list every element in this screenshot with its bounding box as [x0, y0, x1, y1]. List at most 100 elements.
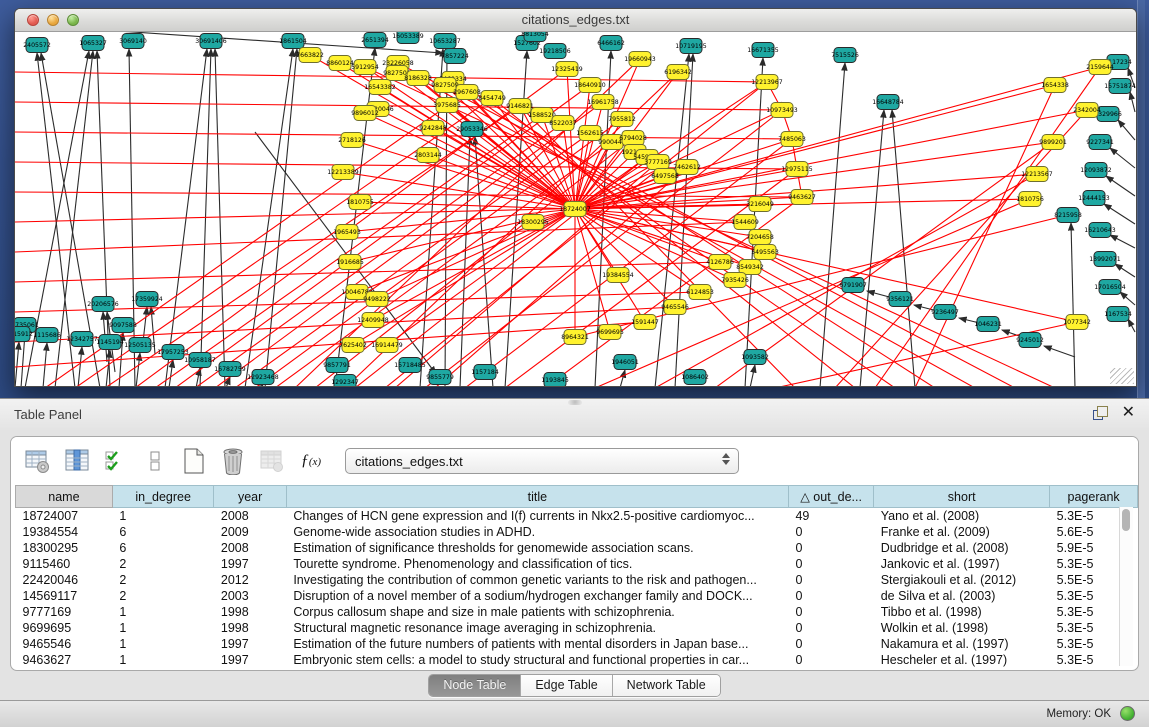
- table-cell[interactable]: Genome-wide association studies in ADHD.: [286, 524, 788, 540]
- table-cell[interactable]: 9777169: [16, 604, 113, 620]
- table-row[interactable]: 969969511998Structural magnetic resonanc…: [16, 620, 1138, 636]
- graph-node[interactable]: 1145194: [96, 335, 124, 350]
- graph-node[interactable]: 7935426: [721, 273, 749, 288]
- graph-node[interactable]: 6791907: [839, 278, 867, 293]
- graph-node[interactable]: 13992071: [1089, 252, 1121, 267]
- graph-node[interactable]: 2405572: [23, 38, 51, 53]
- window-resize-grip[interactable]: [1110, 368, 1134, 384]
- graph-node[interactable]: 18640910: [574, 78, 606, 93]
- table-cell[interactable]: 0: [788, 604, 873, 620]
- graph-node[interactable]: 19384554: [602, 268, 634, 283]
- graph-node[interactable]: 20206576: [87, 297, 119, 312]
- column-header-name[interactable]: name: [16, 486, 113, 508]
- network-window[interactable]: citations_edges.txt 24055721065327306914…: [14, 8, 1137, 387]
- table-cell[interactable]: 2009: [214, 524, 286, 540]
- table-cell[interactable]: Estimation of the future numbers of pati…: [286, 636, 788, 652]
- graph-node[interactable]: 1193845: [541, 373, 569, 387]
- table-cell[interactable]: Dudbridge et al. (2008): [874, 540, 1050, 556]
- graph-node[interactable]: 9236497: [931, 305, 959, 320]
- table-cell[interactable]: 1997: [214, 556, 286, 572]
- table-cell[interactable]: Jankovic et al. (1997): [874, 556, 1050, 572]
- table-cell[interactable]: 1997: [214, 652, 286, 668]
- graph-node[interactable]: 3216049: [746, 197, 774, 212]
- tab-edge-table[interactable]: Edge Table: [521, 675, 612, 696]
- graph-node[interactable]: 16648784: [872, 95, 904, 110]
- graph-node[interactable]: 29053346: [456, 122, 488, 137]
- graph-node[interactable]: 5912954: [351, 60, 379, 75]
- table-cell[interactable]: Estimation of significance thresholds fo…: [286, 540, 788, 556]
- table-cell[interactable]: 1: [112, 652, 214, 668]
- graph-node[interactable]: 12409948: [357, 313, 389, 328]
- table-cell[interactable]: 2012: [214, 572, 286, 588]
- table-cell[interactable]: 0: [788, 540, 873, 556]
- graph-node[interactable]: 9465546: [661, 300, 689, 315]
- table-row[interactable]: 911546021997Tourette syndrome. Phenomeno…: [16, 556, 1138, 572]
- graph-node[interactable]: 8186328: [404, 71, 432, 86]
- table-cell[interactable]: Corpus callosum shape and size in male p…: [286, 604, 788, 620]
- graph-node[interactable]: 5495563: [751, 245, 779, 260]
- graph-node[interactable]: 1167534: [1104, 307, 1132, 322]
- table-row[interactable]: 2242004622012Investigating the contribut…: [16, 572, 1138, 588]
- graph-node[interactable]: 9097588: [109, 318, 137, 333]
- column-header-title[interactable]: title: [286, 486, 788, 508]
- clear-selection-button[interactable]: [140, 446, 170, 476]
- table-cell[interactable]: 0: [788, 588, 873, 604]
- graph-node[interactable]: 12342757: [66, 332, 98, 347]
- graph-node[interactable]: 2718126: [338, 133, 366, 148]
- column-header-year[interactable]: year: [214, 486, 286, 508]
- graph-node[interactable]: 9356121: [886, 292, 914, 307]
- graph-node[interactable]: 12213967: [751, 75, 783, 90]
- new-table-icon[interactable]: [179, 446, 209, 476]
- graph-node[interactable]: 1093582: [741, 350, 769, 365]
- table-cell[interactable]: de Silva et al. (2003): [874, 588, 1050, 604]
- float-panel-icon[interactable]: [1093, 406, 1108, 421]
- column-header-short[interactable]: short: [874, 486, 1050, 508]
- table-cell[interactable]: Investigating the contribution of common…: [286, 572, 788, 588]
- table-cell[interactable]: 1: [112, 620, 214, 636]
- graph-node[interactable]: 16782759: [214, 362, 246, 377]
- table-cell[interactable]: Embryonic stem cells: a model to study s…: [286, 652, 788, 668]
- graph-node[interactable]: 9227341: [1086, 135, 1114, 150]
- graph-node[interactable]: 8813054: [521, 32, 549, 42]
- table-cell[interactable]: Hescheler et al. (1997): [874, 652, 1050, 668]
- graph-node[interactable]: 1077342: [1063, 315, 1091, 330]
- table-row[interactable]: 1830029562008Estimation of significance …: [16, 540, 1138, 556]
- table-cell[interactable]: 0: [788, 636, 873, 652]
- table-cell[interactable]: Wolkin et al. (1998): [874, 620, 1050, 636]
- table-cell[interactable]: 2: [112, 572, 214, 588]
- table-cell[interactable]: 2008: [214, 540, 286, 556]
- graph-node[interactable]: 10973493: [766, 103, 798, 118]
- table-cell[interactable]: 1998: [214, 604, 286, 620]
- graph-node[interactable]: 6196342: [664, 65, 692, 80]
- table-cell[interactable]: 1998: [214, 620, 286, 636]
- table-cell[interactable]: 9115460: [16, 556, 113, 572]
- graph-node[interactable]: 16961758: [587, 95, 619, 110]
- table-row[interactable]: 977716911998Corpus callosum shape and si…: [16, 604, 1138, 620]
- graph-node[interactable]: 8860124: [326, 56, 354, 71]
- column-header-in_degree[interactable]: in_degree: [112, 486, 214, 508]
- network-canvas[interactable]: 2405572106532730691403069140618615042651…: [15, 32, 1136, 386]
- graph-node[interactable]: 16053389: [392, 32, 424, 44]
- table-cell[interactable]: 0: [788, 652, 873, 668]
- function-builder-icon[interactable]: ƒ(x): [296, 446, 326, 476]
- graph-node[interactable]: 7857224: [441, 49, 469, 64]
- table-cell[interactable]: 1: [112, 636, 214, 652]
- table-cell[interactable]: 0: [788, 572, 873, 588]
- tab-network-table[interactable]: Network Table: [613, 675, 720, 696]
- graph-node[interactable]: 9899201: [1039, 135, 1067, 150]
- graph-node[interactable]: 12093872: [1080, 163, 1112, 178]
- graph-node[interactable]: 6466162: [597, 36, 625, 51]
- table-cell[interactable]: 9465546: [16, 636, 113, 652]
- graph-node[interactable]: 19660943: [624, 52, 656, 67]
- graph-node[interactable]: 30691406: [195, 34, 227, 49]
- graph-node[interactable]: 3777169: [644, 155, 672, 170]
- table-settings-button[interactable]: [23, 446, 53, 476]
- import-table-icon[interactable]: [257, 446, 287, 476]
- close-panel-icon[interactable]: ✕: [1122, 405, 1135, 421]
- graph-node[interactable]: 16210643: [1084, 223, 1116, 238]
- table-cell[interactable]: Structural magnetic resonance image aver…: [286, 620, 788, 636]
- graph-node[interactable]: 17359924: [131, 292, 163, 307]
- graph-node[interactable]: 2651394: [361, 33, 389, 48]
- table-cell[interactable]: Tourette syndrome. Phenomenology and cla…: [286, 556, 788, 572]
- graph-node[interactable]: 7515526: [831, 48, 859, 63]
